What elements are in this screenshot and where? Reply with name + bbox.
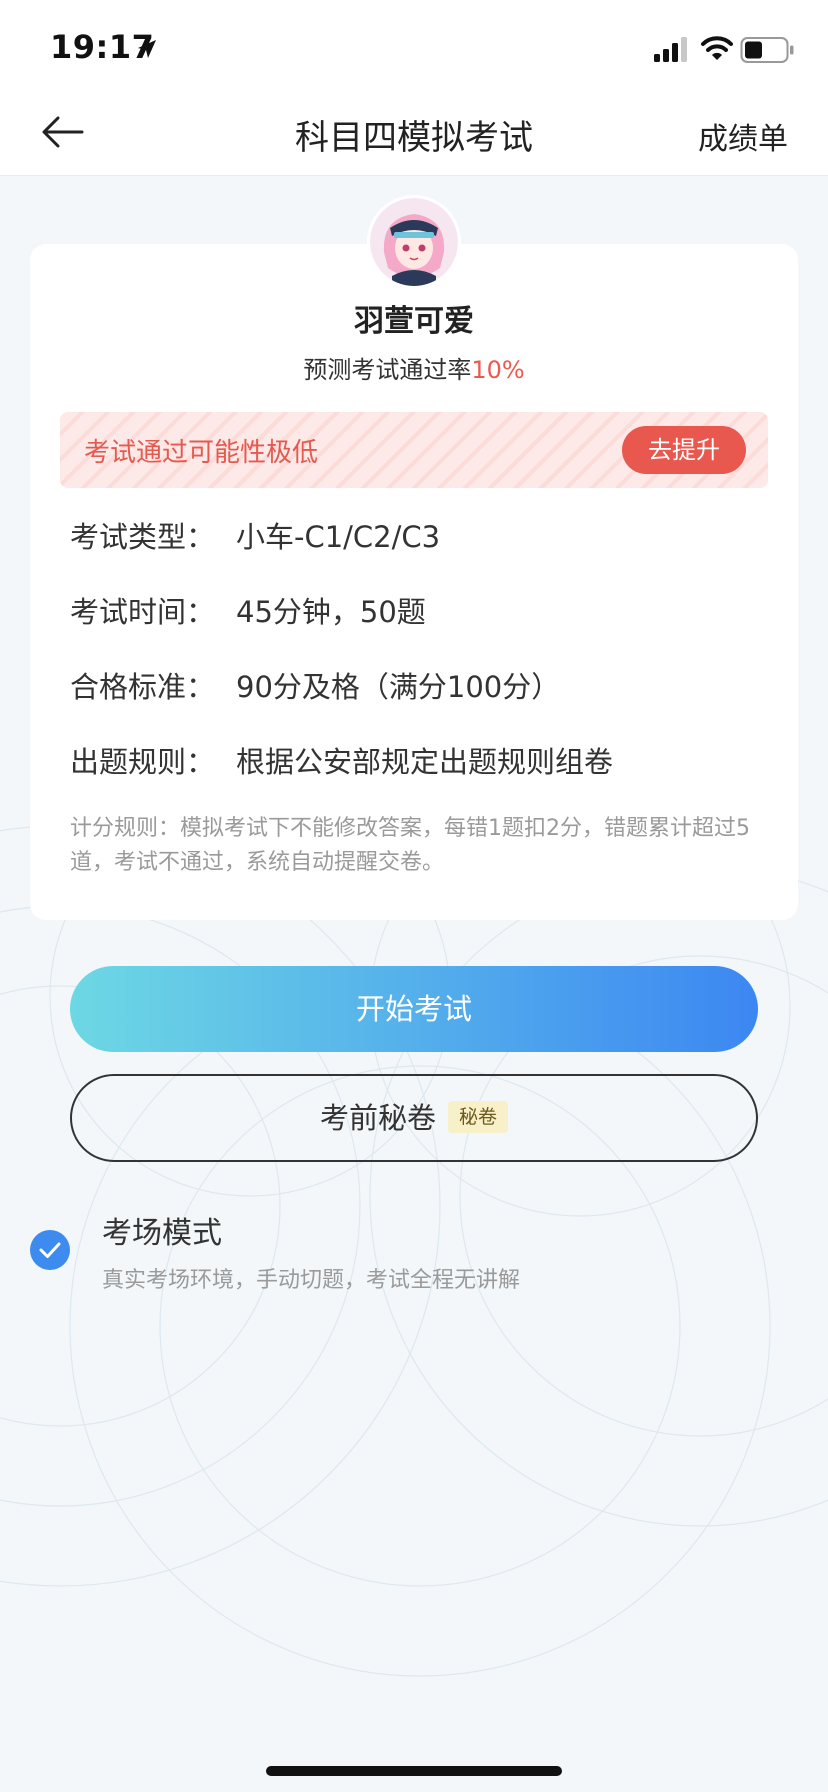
nav-bar: 科目四模拟考试 成绩单 <box>0 100 828 176</box>
home-indicator <box>266 1766 562 1776</box>
battery-icon <box>740 37 794 63</box>
signal-icon <box>654 37 687 62</box>
secret-paper-button[interactable]: 考前秘卷 秘卷 <box>70 1074 758 1162</box>
secret-tag-badge: 秘卷 <box>448 1101 509 1133</box>
exam-mode-description: 真实考场环境，手动切题，考试全程无讲解 <box>102 1268 521 1293</box>
checkmark-icon[interactable] <box>30 1230 70 1270</box>
pass-rate-label: 预测考试通过率 <box>303 356 472 384</box>
user-name: 羽萱可爱 <box>354 304 474 339</box>
info-label: 考试时间： <box>70 595 216 629</box>
info-value: 小车-C1/C2/C3 <box>236 520 441 554</box>
info-label: 出题规则： <box>70 745 216 779</box>
scoring-rule-note: 计分规则：模拟考试下不能修改答案，每错1题扣2分，错题累计超过5道，考试不通过，… <box>70 816 750 875</box>
info-value: 90分及格（满分100分） <box>236 670 561 704</box>
info-row-standard: 合格标准： 90分及格（满分100分） <box>70 664 560 706</box>
info-row-type: 考试类型： 小车-C1/C2/C3 <box>70 514 440 556</box>
warning-banner: 考试通过可能性极低 去提升 <box>60 412 768 488</box>
info-value: 45分钟，50题 <box>236 595 426 629</box>
location-arrow-icon <box>138 40 156 58</box>
score-report-link[interactable]: 成绩单 <box>698 114 788 158</box>
info-label: 考试类型： <box>70 520 216 554</box>
info-row-time: 考试时间： 45分钟，50题 <box>70 589 426 631</box>
avatar <box>370 198 458 286</box>
pass-rate: 预测考试通过率10% <box>0 350 828 385</box>
avatar-image <box>370 198 458 286</box>
status-bar: 19:17 <box>0 0 828 100</box>
start-exam-button[interactable]: 开始考试 <box>70 966 758 1052</box>
info-label: 合格标准： <box>70 670 216 704</box>
secret-paper-label: 考前秘卷 <box>319 1101 436 1135</box>
pass-rate-value: 10% <box>471 356 525 384</box>
info-value: 根据公安部规定出题规则组卷 <box>236 745 614 779</box>
wifi-icon <box>701 36 733 60</box>
improve-button[interactable]: 去提升 <box>622 426 746 474</box>
exam-mode-title: 考场模式 <box>102 1216 222 1251</box>
info-row-rule: 出题规则： 根据公安部规定出题规则组卷 <box>70 739 613 781</box>
warning-text: 考试通过可能性极低 <box>84 438 319 468</box>
